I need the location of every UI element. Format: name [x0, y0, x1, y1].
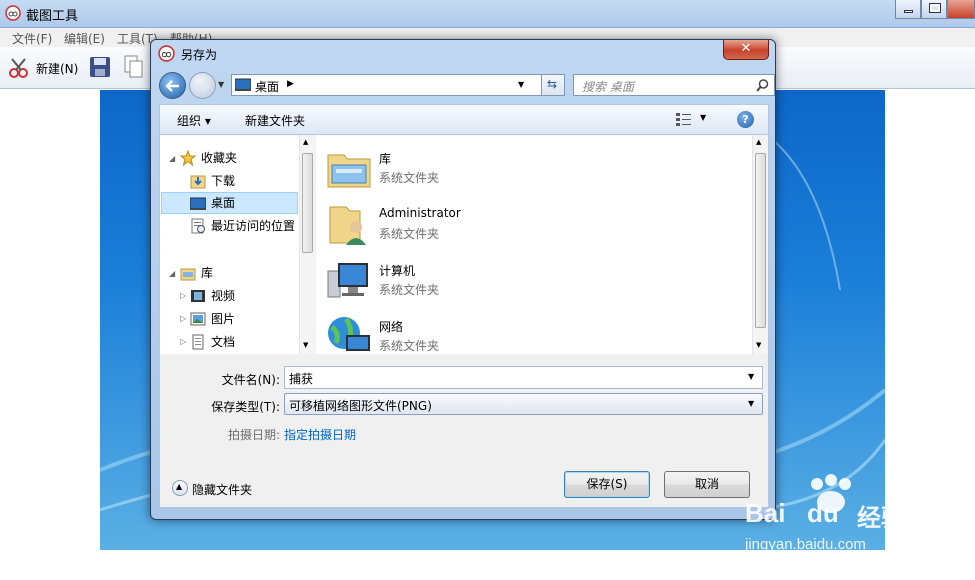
expand-pictures-icon[interactable]: ▷ — [180, 314, 186, 323]
file-item-computer[interactable]: 计算机 系统文件夹 — [326, 253, 576, 307]
collapse-chevron-icon: ▲ — [172, 480, 188, 496]
file-item-network[interactable]: 网络 系统文件夹 — [326, 309, 576, 363]
desktop-icon — [190, 197, 206, 210]
close-icon: ✕ — [740, 41, 752, 56]
view-dropdown-icon[interactable]: ▼ — [700, 113, 706, 122]
star-icon — [180, 150, 196, 166]
maximize-button[interactable] — [921, 0, 947, 19]
desktop-icon — [235, 78, 251, 91]
navigation-bar: ▼ 桌面 ▶ ▼ ⇆ 搜索 桌面 — [159, 70, 775, 102]
hide-folders-label: 隐藏文件夹 — [192, 483, 253, 497]
file-list-pane: 库 系统文件夹 Administrator 系统文件夹 计算机 系统文件夹 网络… — [316, 135, 768, 354]
baidu-jingyan-watermark: Bai du 经验 jingyan.baidu.com — [745, 472, 945, 580]
organize-menu[interactable]: 组织 ▾ — [177, 112, 211, 129]
arrow-right-icon — [197, 80, 211, 92]
refresh-icon: ⇆ — [547, 77, 558, 91]
search-icon — [756, 79, 769, 92]
back-button[interactable] — [159, 72, 186, 99]
scroll-up-icon[interactable]: ▲ — [756, 138, 761, 146]
file-scroll-thumb[interactable] — [755, 153, 766, 328]
view-options-icon[interactable] — [676, 112, 692, 127]
scroll-down-icon[interactable]: ▼ — [303, 341, 308, 349]
scissors-app-icon — [158, 45, 175, 62]
library-icon — [180, 268, 196, 281]
specify-date-link[interactable]: 指定拍摄日期 — [284, 426, 356, 443]
arrow-left-icon — [165, 80, 179, 92]
outer-close-button[interactable] — [947, 0, 975, 19]
new-snip-button[interactable]: 新建(N) — [6, 53, 82, 81]
recent-pages-chevron-icon[interactable]: ▼ — [218, 80, 224, 89]
library-icon — [327, 154, 371, 188]
dialog-close-button[interactable]: ✕ — [723, 40, 769, 60]
window-title: 截图工具 — [26, 9, 79, 24]
filetype-value: 可移植网络图形文件(PNG) — [289, 399, 432, 413]
save-disk-icon[interactable] — [88, 55, 112, 79]
menu-edit[interactable]: 编辑(E) — [64, 30, 105, 47]
date-taken-label: 拍摄日期: — [227, 428, 280, 442]
file-item-administrator[interactable]: Administrator 系统文件夹 — [326, 197, 576, 251]
picture-library-icon — [190, 312, 206, 326]
search-box[interactable]: 搜索 桌面 — [573, 74, 775, 96]
collapse-libraries-icon[interactable]: ◢ — [169, 269, 175, 278]
filename-value: 捕获 — [289, 372, 314, 386]
scissors-icon — [9, 58, 28, 78]
watermark-jingyan: 经验 — [857, 504, 905, 532]
minimize-button[interactable] — [895, 0, 921, 19]
collapse-favorites-icon[interactable]: ◢ — [169, 154, 175, 163]
address-bar[interactable]: 桌面 ▶ ▼ — [231, 74, 549, 96]
save-as-dialog: 另存为 ✕ ▼ 桌面 ▶ ▼ ⇆ 搜索 桌面 组织 ▾ 新建文件夹 ▼ ? ◢ … — [150, 39, 776, 520]
computer-icon — [327, 263, 368, 298]
filename-label: 文件名(N): — [221, 373, 280, 387]
dialog-body: ◢ 收藏夹 下载 桌面 最近访问的位置 ◢ 库 ▷ 视频 ▷ 图片 ▷ 文档 ▲… — [159, 134, 769, 508]
nav-pane-scrollbar[interactable]: ▲ ▼ — [299, 135, 315, 354]
filename-input[interactable]: 捕获 ▼ — [284, 366, 763, 389]
scroll-up-icon[interactable]: ▲ — [303, 138, 308, 146]
expand-videos-icon[interactable]: ▷ — [180, 291, 186, 300]
menu-file[interactable]: 文件(F) — [12, 30, 52, 47]
user-folder-icon — [329, 206, 366, 245]
navigation-pane: ◢ 收藏夹 下载 桌面 最近访问的位置 ◢ 库 ▷ 视频 ▷ 图片 ▷ 文档 ▲… — [160, 135, 315, 354]
help-icon[interactable]: ? — [737, 111, 754, 128]
new-folder-button[interactable]: 新建文件夹 — [245, 112, 305, 129]
address-dropdown-icon[interactable]: ▼ — [518, 80, 524, 89]
snipping-tool-titlebar: 截图工具 — [0, 0, 975, 28]
search-placeholder: 搜索 桌面 — [582, 80, 634, 94]
network-icon — [328, 317, 370, 351]
file-pane-scrollbar[interactable]: ▲ ▼ — [752, 135, 768, 354]
dialog-title: 另存为 — [181, 48, 218, 62]
document-library-icon — [192, 334, 204, 350]
filetype-label: 保存类型(T): — [211, 400, 280, 414]
video-library-icon — [191, 290, 205, 302]
forward-button[interactable] — [189, 72, 216, 99]
filetype-dropdown-icon[interactable]: ▼ — [748, 399, 754, 408]
file-item-library[interactable]: 库 系统文件夹 — [326, 141, 576, 195]
command-bar: 组织 ▾ 新建文件夹 ▼ ? — [159, 104, 769, 134]
copy-icon[interactable] — [124, 55, 144, 79]
filetype-select[interactable]: 可移植网络图形文件(PNG) ▼ — [284, 393, 763, 415]
scissors-app-icon — [5, 5, 21, 21]
watermark-brand: Bai — [745, 498, 786, 528]
nav-desktop-selected[interactable]: 桌面 — [161, 192, 298, 214]
expand-documents-icon[interactable]: ▷ — [180, 337, 186, 346]
address-location: 桌面 — [255, 80, 280, 94]
new-snip-label: 新建(N) — [36, 62, 79, 76]
scroll-down-icon[interactable]: ▼ — [756, 341, 761, 349]
watermark-url: jingyan.baidu.com — [745, 536, 866, 553]
download-folder-icon — [190, 175, 206, 189]
save-button[interactable]: 保存(S) — [564, 471, 650, 498]
hide-folders-toggle[interactable]: ▲ 隐藏文件夹 — [172, 480, 262, 498]
refresh-button[interactable]: ⇆ — [541, 74, 565, 96]
watermark-brand-2: du — [807, 498, 839, 528]
recent-places-icon — [191, 218, 205, 234]
filename-dropdown-icon[interactable]: ▼ — [748, 372, 754, 381]
cancel-button[interactable]: 取消 — [664, 471, 750, 498]
breadcrumb-arrow-icon[interactable]: ▶ — [287, 79, 294, 89]
nav-scroll-thumb[interactable] — [302, 153, 313, 253]
